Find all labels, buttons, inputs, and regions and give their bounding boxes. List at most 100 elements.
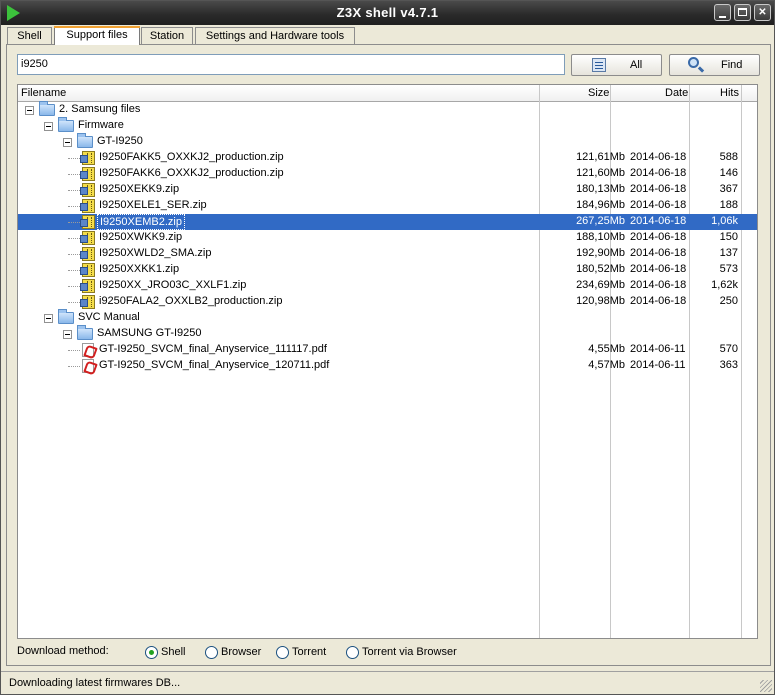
- file-size: 121,60Mb: [576, 167, 625, 179]
- file-size: 4,55Mb: [588, 343, 625, 355]
- zip-file-icon: [80, 279, 95, 293]
- find-button-label: Find: [721, 59, 743, 71]
- file-name: SVC Manual: [78, 311, 140, 323]
- tree-connector: [68, 302, 80, 303]
- tree-folder-row[interactable]: SAMSUNG GT-I9250: [18, 325, 757, 342]
- pdf-file-icon: [82, 359, 94, 373]
- file-name: I9250FAKK5_OXXKJ2_production.zip: [99, 151, 284, 163]
- tree-connector: [68, 270, 80, 271]
- zip-file-icon: [80, 247, 95, 261]
- list-icon: [592, 58, 606, 72]
- pdf-file-icon: [82, 343, 94, 357]
- status-bar: Downloading latest firmwares DB...: [1, 671, 774, 694]
- tree-file-row[interactable]: I9250XELE1_SER.zip 184,96Mb 2014-06-18 188: [18, 198, 757, 214]
- file-name: GT-I9250_SVCM_final_Anyservice_120711.pd…: [99, 359, 330, 371]
- tree-file-row[interactable]: I9250XEKK9.zip 180,13Mb 2014-06-18 367: [18, 182, 757, 198]
- tab-station[interactable]: Station: [141, 27, 193, 44]
- tree-connector: [68, 206, 80, 207]
- file-name: I9250XWLD2_SMA.zip: [99, 247, 212, 259]
- collapse-toggle-icon[interactable]: [44, 122, 53, 131]
- tree-file-row[interactable]: GT-I9250_SVCM_final_Anyservice_120711.pd…: [18, 358, 757, 374]
- file-size: 184,96Mb: [576, 199, 625, 211]
- tree-file-row[interactable]: I9250XX_JRO03C_XXLF1.zip 234,69Mb 2014-06-…: [18, 278, 757, 294]
- file-hits: 588: [719, 151, 738, 163]
- tree-file-row[interactable]: i9250FALA2_OXXLB2_production.zip 120,98Mb…: [18, 294, 757, 310]
- folder-icon: [77, 325, 93, 340]
- tree-connector: [68, 174, 80, 175]
- file-date: 2014-06-18: [630, 199, 687, 211]
- tree-folder-row[interactable]: SVC Manual: [18, 309, 757, 326]
- maximize-button[interactable]: [734, 4, 751, 21]
- zip-file-icon: [80, 263, 95, 277]
- radio-shell-label: Shell: [161, 646, 186, 658]
- zip-file-icon: [80, 199, 95, 213]
- tree-file-row[interactable]: I9250XWKK9.zip 188,10Mb 2014-06-18 150: [18, 230, 757, 246]
- folder-icon: [39, 101, 55, 116]
- file-tree-list[interactable]: Filename Size Date Hits 2. Samsung files…: [17, 84, 758, 639]
- file-name: I9250XEMB2.zip: [97, 214, 185, 230]
- file-date: 2014-06-18: [630, 151, 687, 163]
- find-button[interactable]: Find: [669, 54, 760, 76]
- minimize-button[interactable]: [714, 4, 731, 21]
- file-size: 121,61Mb: [576, 151, 625, 163]
- search-input[interactable]: i9250: [17, 54, 565, 75]
- tree-file-row[interactable]: GT-I9250_SVCM_final_Anyservice_111117.pd…: [18, 342, 757, 358]
- column-header: Filename Size Date Hits: [18, 85, 757, 102]
- file-size: 120,98Mb: [576, 295, 625, 307]
- file-hits: 1,06k: [711, 215, 738, 227]
- tab-settings-hardware-tools[interactable]: Settings and Hardware tools: [195, 27, 355, 44]
- window-title: Z3X shell v4.7.1: [336, 5, 439, 20]
- tree-file-row[interactable]: I9250FAKK6_OXXKJ2_production.zip 121,60Mb…: [18, 166, 757, 182]
- file-size: 180,13Mb: [576, 183, 625, 195]
- collapse-toggle-icon[interactable]: [63, 330, 72, 339]
- column-hits[interactable]: Hits: [720, 87, 739, 99]
- title-bar[interactable]: Z3X shell v4.7.1 ✕: [1, 1, 774, 25]
- collapse-toggle-icon[interactable]: [44, 314, 53, 323]
- collapse-toggle-icon[interactable]: [25, 106, 34, 115]
- file-size: 188,10Mb: [576, 231, 625, 243]
- tree-file-row[interactable]: I9250XXKK1.zip 180,52Mb 2014-06-18 573: [18, 262, 757, 278]
- column-date[interactable]: Date: [665, 87, 688, 99]
- radio-shell-indicator: [145, 646, 158, 659]
- tree-connector: [68, 222, 80, 223]
- file-size: 180,52Mb: [576, 263, 625, 275]
- radio-browser-label: Browser: [221, 646, 262, 658]
- tree-folder-row[interactable]: Firmware: [18, 117, 757, 134]
- file-hits: 1,62k: [711, 279, 738, 291]
- file-hits: 188: [719, 199, 738, 211]
- tab-support-files[interactable]: Support files: [54, 26, 140, 45]
- file-hits: 573: [719, 263, 738, 275]
- tree-file-row[interactable]: I9250FAKK5_OXXKJ2_production.zip 121,61Mb…: [18, 150, 757, 166]
- minimize-icon: [719, 16, 726, 18]
- zip-file-icon: [80, 167, 95, 181]
- tree-file-row[interactable]: I9250XEMB2.zip 267,25Mb 2014-06-18 1,06k: [18, 214, 757, 230]
- radio-torrent-via-browser-indicator: [346, 646, 359, 659]
- file-name: GT-I9250_SVCM_final_Anyservice_111117.pd…: [99, 343, 327, 355]
- file-hits: 150: [719, 231, 738, 243]
- file-size: 192,90Mb: [576, 247, 625, 259]
- file-name: 2. Samsung files: [59, 103, 141, 115]
- file-size: 234,69Mb: [576, 279, 625, 291]
- folder-icon: [58, 117, 74, 132]
- radio-browser-indicator: [205, 646, 218, 659]
- all-button[interactable]: All: [571, 54, 662, 76]
- close-button[interactable]: ✕: [754, 4, 771, 21]
- file-hits: 363: [719, 359, 738, 371]
- tree-folder-row[interactable]: GT-I9250: [18, 133, 757, 150]
- column-size[interactable]: Size: [588, 87, 609, 99]
- column-filename[interactable]: Filename: [21, 87, 66, 99]
- file-date: 2014-06-18: [630, 263, 687, 275]
- tree-folder-row[interactable]: 2. Samsung files: [18, 101, 757, 118]
- zip-file-icon: [80, 295, 95, 309]
- tree-connector: [68, 190, 80, 191]
- tab-shell[interactable]: Shell: [7, 27, 52, 44]
- file-date: 2014-06-18: [630, 215, 687, 227]
- collapse-toggle-icon[interactable]: [63, 138, 72, 147]
- tree-file-row[interactable]: I9250XWLD2_SMA.zip 192,90Mb 2014-06-18 137: [18, 246, 757, 262]
- file-name: I9250XEKK9.zip: [99, 183, 180, 195]
- zip-file-icon: [80, 151, 95, 165]
- resize-grip-icon[interactable]: [760, 680, 772, 692]
- tree-connector: [68, 238, 80, 239]
- file-name: I9250XWKK9.zip: [99, 231, 183, 243]
- close-icon: ✕: [758, 7, 767, 18]
